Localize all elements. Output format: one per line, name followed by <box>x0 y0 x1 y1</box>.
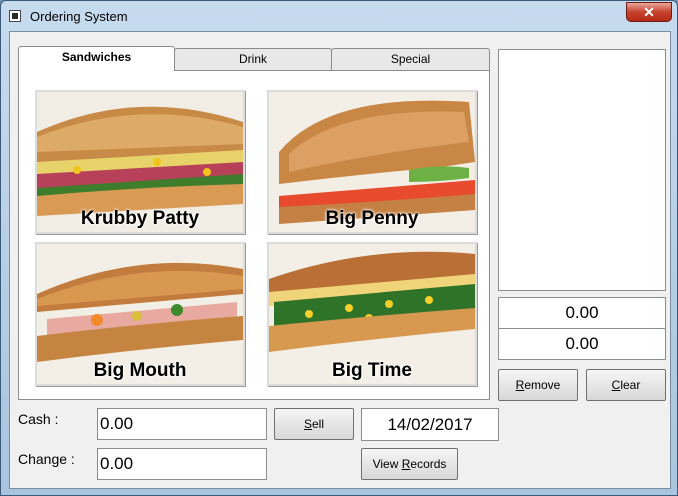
tab-label: Sandwiches <box>61 50 132 64</box>
product-label: Krubby Patty <box>80 208 200 229</box>
app-window: Ordering System ✕ Sandwiches Drink Speci… <box>0 0 678 496</box>
product-label: Big Time <box>332 360 412 381</box>
product-button-big-time[interactable]: Big Time <box>267 242 477 386</box>
product-label: Big Mouth <box>93 360 187 381</box>
product-label: Big Penny <box>325 208 419 229</box>
sandwiches-panel: Krubby Patty Big Penny Big Mouth Big Tim… <box>18 70 490 400</box>
clear-label: lear <box>620 378 641 392</box>
date-display: 14/02/2017 <box>361 408 499 441</box>
sell-mnemonic: S <box>303 417 312 431</box>
tab-label: Special <box>390 52 431 66</box>
tab-label: Drink <box>238 52 267 66</box>
cash-input[interactable]: 0.00 <box>97 408 267 440</box>
view-records-pre: View <box>372 457 402 471</box>
change-label: Change : <box>18 451 75 467</box>
clear-button[interactable]: Clear <box>586 369 666 401</box>
remove-button[interactable]: Remove <box>498 369 578 401</box>
tab-sandwiches[interactable]: Sandwiches <box>18 46 175 71</box>
order-total-display: 0.00 <box>498 297 666 329</box>
tab-drink[interactable]: Drink <box>174 48 332 70</box>
order-list[interactable] <box>498 49 666 291</box>
sell-button[interactable]: Sell <box>274 408 354 440</box>
tab-special[interactable]: Special <box>331 48 490 70</box>
sell-label: ell <box>312 417 325 431</box>
order-total-display-2: 0.00 <box>498 328 666 360</box>
client-area: Sandwiches Drink Special Krubby Patty Bi… <box>9 31 671 489</box>
change-field: 0.00 <box>97 448 267 480</box>
product-button-krubby-patty[interactable]: Krubby Patty <box>35 90 245 234</box>
window-title: Ordering System <box>30 9 128 24</box>
close-icon: ✕ <box>643 4 655 20</box>
product-button-big-penny[interactable]: Big Penny <box>267 90 477 234</box>
cash-label: Cash : <box>18 411 59 427</box>
remove-label: emove <box>524 378 561 392</box>
view-records-label: ecords <box>410 457 447 471</box>
view-records-button[interactable]: View Records <box>361 448 458 480</box>
close-button[interactable]: ✕ <box>626 2 672 22</box>
title-bar[interactable]: Ordering System ✕ <box>1 1 677 31</box>
app-icon[interactable] <box>9 10 21 22</box>
product-button-big-mouth[interactable]: Big Mouth <box>35 242 245 386</box>
remove-mnemonic: R <box>515 378 525 392</box>
